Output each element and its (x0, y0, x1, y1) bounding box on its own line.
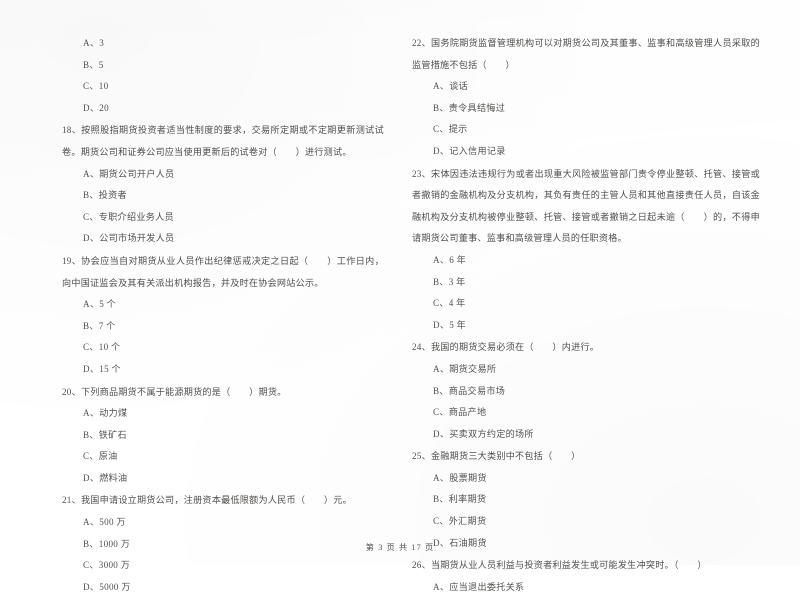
option-item: B、3 年 (433, 276, 466, 287)
left-column: A、3 B、5 C、10 D、20 18、按照股指期货投资者适当性制度的要求，交… (0, 33, 400, 599)
option-item: D、记入信用记录 (433, 145, 506, 156)
option-item: C、提示 (433, 124, 468, 135)
question-18: 18、按照股指期货投资者适当性制度的要求，交易所定期或不定期更新测试试卷。期货公… (62, 120, 384, 250)
option-item: A、5 个 (83, 299, 117, 310)
option-item: A、谈话 (433, 81, 469, 92)
option-item: A、500 万 (83, 517, 126, 528)
exam-page: A、3 B、5 C、10 D、20 18、按照股指期货投资者适当性制度的要求，交… (0, 0, 800, 592)
option-item: C、原油 (83, 451, 118, 462)
question-stem: 21、我国申请设立期货公司，注册资本最低限额为人民币（ ）元。 (62, 495, 352, 506)
option-item: A、期货公司开户人员 (83, 168, 175, 179)
question-24: 24、我国的期货交易必须在（ ）内进行。 A、期货交易所 B、商品交易市场 C、… (412, 337, 760, 445)
option-item: B、7 个 (83, 320, 116, 331)
option-item: B、利率期货 (433, 494, 487, 505)
two-column-body: A、3 B、5 C、10 D、20 18、按照股指期货投资者适当性制度的要求，交… (0, 33, 800, 599)
question-stem: 23、宋体因违法违规行为或者出现重大风险被监管部门责令停业整顿、托管、接管或者撤… (412, 168, 760, 244)
option-item: C、3000 万 (83, 560, 131, 571)
option-item: D、公司市场开发人员 (83, 233, 175, 244)
option-item: C、专职介绍业务人员 (83, 211, 174, 222)
option-item: D、买卖双方约定的场所 (433, 428, 534, 439)
option-item: B、投资者 (83, 190, 127, 201)
question-26: 26、当期货从业人员利益与投资者利益发生或可能发生冲突时。（ ） A、应当退出委… (412, 555, 760, 598)
question-stem: 20、下列商品期货不属于能源期货的是（ ）期货。 (62, 386, 287, 397)
question-20: 20、下列商品期货不属于能源期货的是（ ）期货。 A、动力煤 B、铁矿石 C、原… (62, 382, 384, 490)
question-25: 25、金融期货三大类别中不包括（ ） A、股票期货 B、利率期货 C、外汇期货 … (412, 446, 760, 554)
option-item: B、5 (83, 59, 104, 70)
option-item: A、股票期货 (433, 472, 487, 483)
question-stem: 22、国务院期货监督管理机构可以对期货公司及其董事、监事和高级管理人员采取的监管… (412, 38, 760, 70)
option-item: A、6 年 (433, 254, 467, 265)
option-item: B、商品交易市场 (433, 385, 506, 396)
question-23: 23、宋体因违法违规行为或者出现重大风险被监管部门责令停业整顿、托管、接管或者撤… (412, 164, 760, 337)
orphan-options-block: A、3 B、5 C、10 D、20 (62, 33, 384, 119)
option-item: A、应当退出委托关系 (433, 581, 525, 592)
question-stem: 25、金融期货三大类别中不包括（ ） (412, 451, 581, 462)
question-stem: 26、当期货从业人员利益与投资者利益发生或可能发生冲突时。（ ） (412, 560, 707, 571)
option-item: D、15 个 (83, 363, 121, 374)
question-stem: 19、协会应当自对期货从业人员作出纪律惩戒决定之日起（ ）工作日内，向中国证监会… (62, 255, 384, 288)
option-item: C、10 (83, 81, 109, 92)
question-19: 19、协会应当自对期货从业人员作出纪律惩戒决定之日起（ ）工作日内，向中国证监会… (62, 251, 384, 381)
option-item: D、20 (83, 102, 109, 113)
option-item: A、动力煤 (83, 408, 128, 419)
option-item: C、外汇期货 (433, 516, 487, 527)
option-item: C、10 个 (83, 342, 121, 353)
option-item: D、5000 万 (83, 581, 131, 592)
right-column: 22、国务院期货监督管理机构可以对期货公司及其董事、监事和高级管理人员采取的监管… (400, 33, 800, 599)
option-item: D、燃料油 (83, 472, 128, 483)
option-item: A、3 (83, 38, 105, 48)
question-stem: 24、我国的期货交易必须在（ ）内进行。 (412, 342, 600, 353)
option-item: B、责令具结悔过 (433, 102, 506, 113)
option-item: B、铁矿石 (83, 429, 127, 440)
option-item: D、5 年 (433, 319, 467, 330)
page-footer: 第 3 页 共 17 页 (365, 543, 435, 552)
option-item: C、商品产地 (433, 407, 487, 418)
question-22: 22、国务院期货监督管理机构可以对期货公司及其董事、监事和高级管理人员采取的监管… (412, 33, 760, 163)
option-item: C、4 年 (433, 298, 466, 309)
question-stem: 18、按照股指期货投资者适当性制度的要求，交易所定期或不定期更新测试试卷。期货公… (62, 125, 384, 157)
option-item: A、期货交易所 (433, 363, 497, 374)
